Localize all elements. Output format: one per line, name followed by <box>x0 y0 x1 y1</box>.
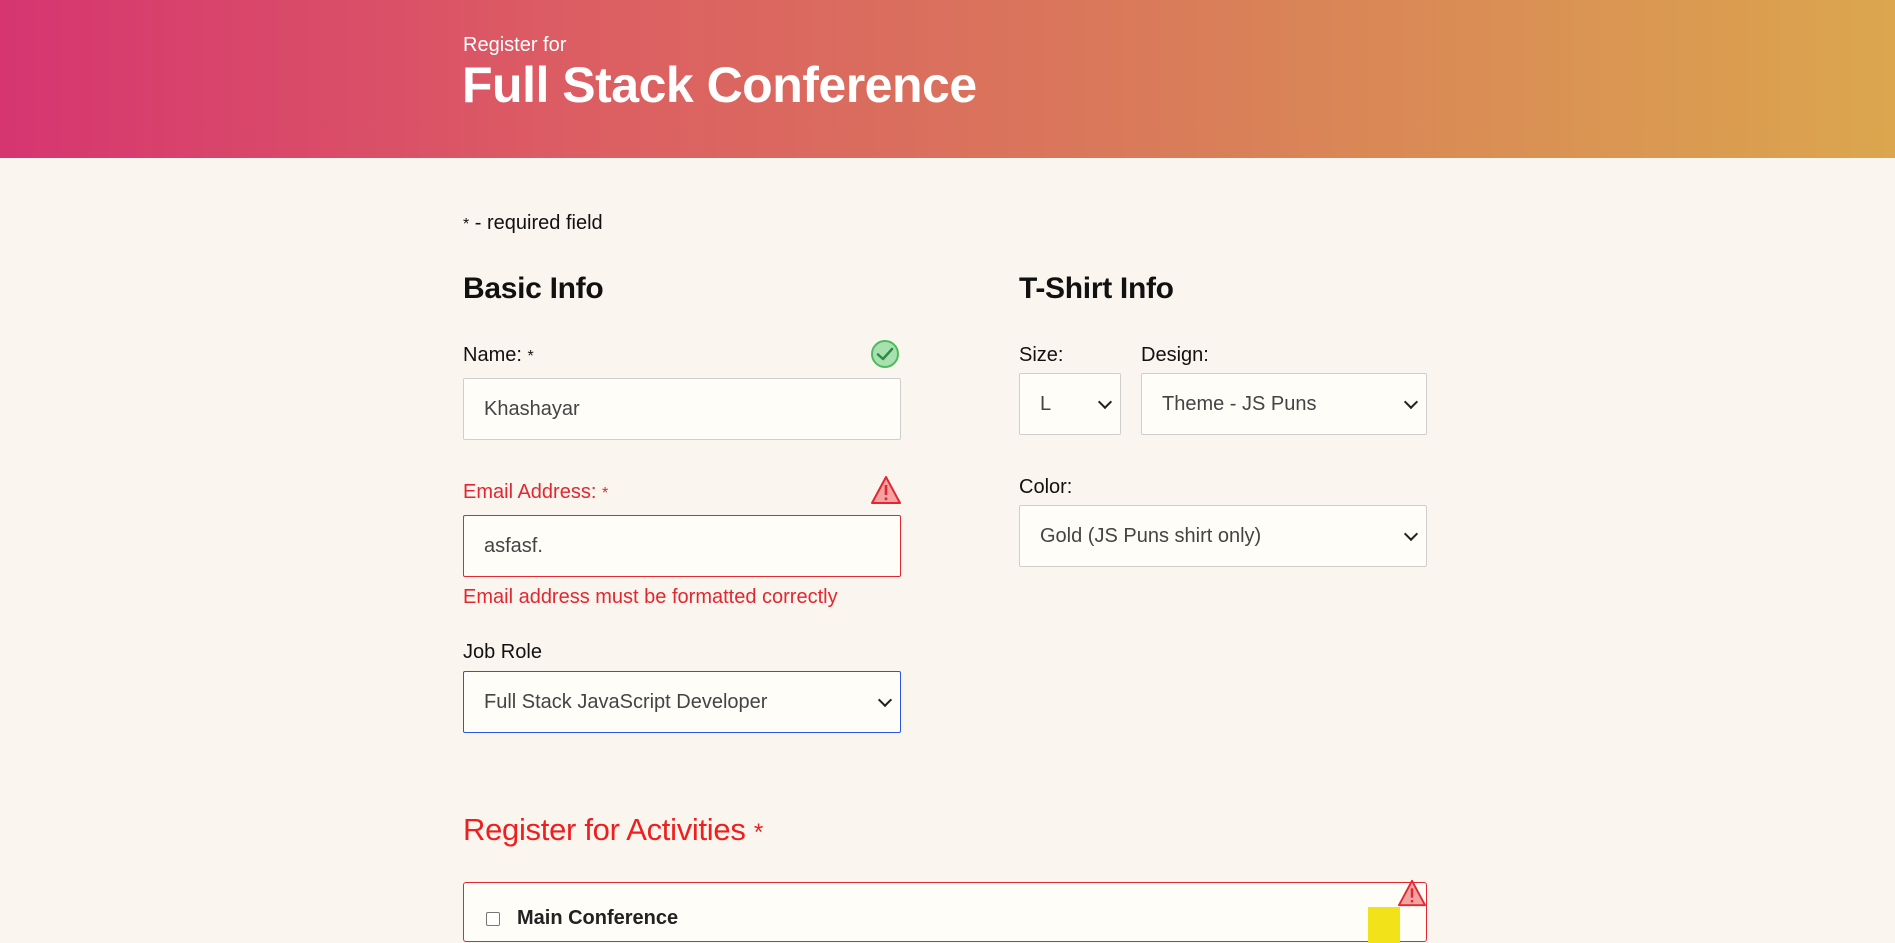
chevron-down-icon <box>1403 526 1419 542</box>
page-title: Full Stack Conference <box>462 57 977 113</box>
activities-fieldset: Main Conference <box>463 879 1427 943</box>
required-star: * <box>753 819 763 846</box>
required-star: * <box>601 485 609 502</box>
name-input[interactable]: Khashayar <box>463 378 901 440</box>
required-star: * <box>527 348 534 365</box>
header-subtitle: Register for <box>463 34 567 56</box>
email-error-message: Email address must be formatted correctl… <box>463 586 838 608</box>
email-label-text: Email Address: <box>463 481 597 503</box>
chevron-down-icon <box>1403 394 1419 410</box>
chevron-down-icon <box>1097 394 1113 410</box>
activities-heading: Register for Activities * <box>463 812 763 848</box>
error-warning-icon <box>1397 879 1426 907</box>
job-role-value: Full Stack JavaScript Developer <box>484 690 768 713</box>
name-label-text: Name: <box>463 344 522 366</box>
tshirt-info-heading: T-Shirt Info <box>1019 272 1174 305</box>
design-label: Design: <box>1141 344 1209 366</box>
color-value: Gold (JS Puns shirt only) <box>1040 524 1262 547</box>
size-select[interactable]: L <box>1019 373 1121 435</box>
size-label: Size: <box>1019 344 1064 366</box>
basic-info-heading: Basic Info <box>463 272 604 305</box>
color-select[interactable]: Gold (JS Puns shirt only) <box>1019 505 1427 567</box>
job-role-select[interactable]: Full Stack JavaScript Developer <box>463 671 901 733</box>
main-conference-checkbox[interactable] <box>486 912 500 926</box>
chevron-down-icon <box>877 692 893 708</box>
email-label: Email Address: * <box>463 481 608 504</box>
error-warning-icon <box>871 476 901 504</box>
size-value: L <box>1040 392 1052 415</box>
required-note-text: - required field <box>469 212 603 234</box>
name-label: Name: * <box>463 344 534 367</box>
design-select[interactable]: Theme - JS Puns <box>1141 373 1427 435</box>
highlight-marker <box>1368 907 1400 943</box>
job-role-label: Job Role <box>463 641 542 663</box>
required-field-note: * - required field <box>463 212 603 235</box>
color-label: Color: <box>1019 476 1073 498</box>
page-header: Register for Full Stack Conference <box>0 0 1895 158</box>
activities-heading-text: Register for Activities <box>463 812 746 847</box>
email-input[interactable]: asfasf. <box>463 515 901 577</box>
design-value: Theme - JS Puns <box>1162 392 1317 415</box>
valid-check-icon <box>871 340 899 368</box>
